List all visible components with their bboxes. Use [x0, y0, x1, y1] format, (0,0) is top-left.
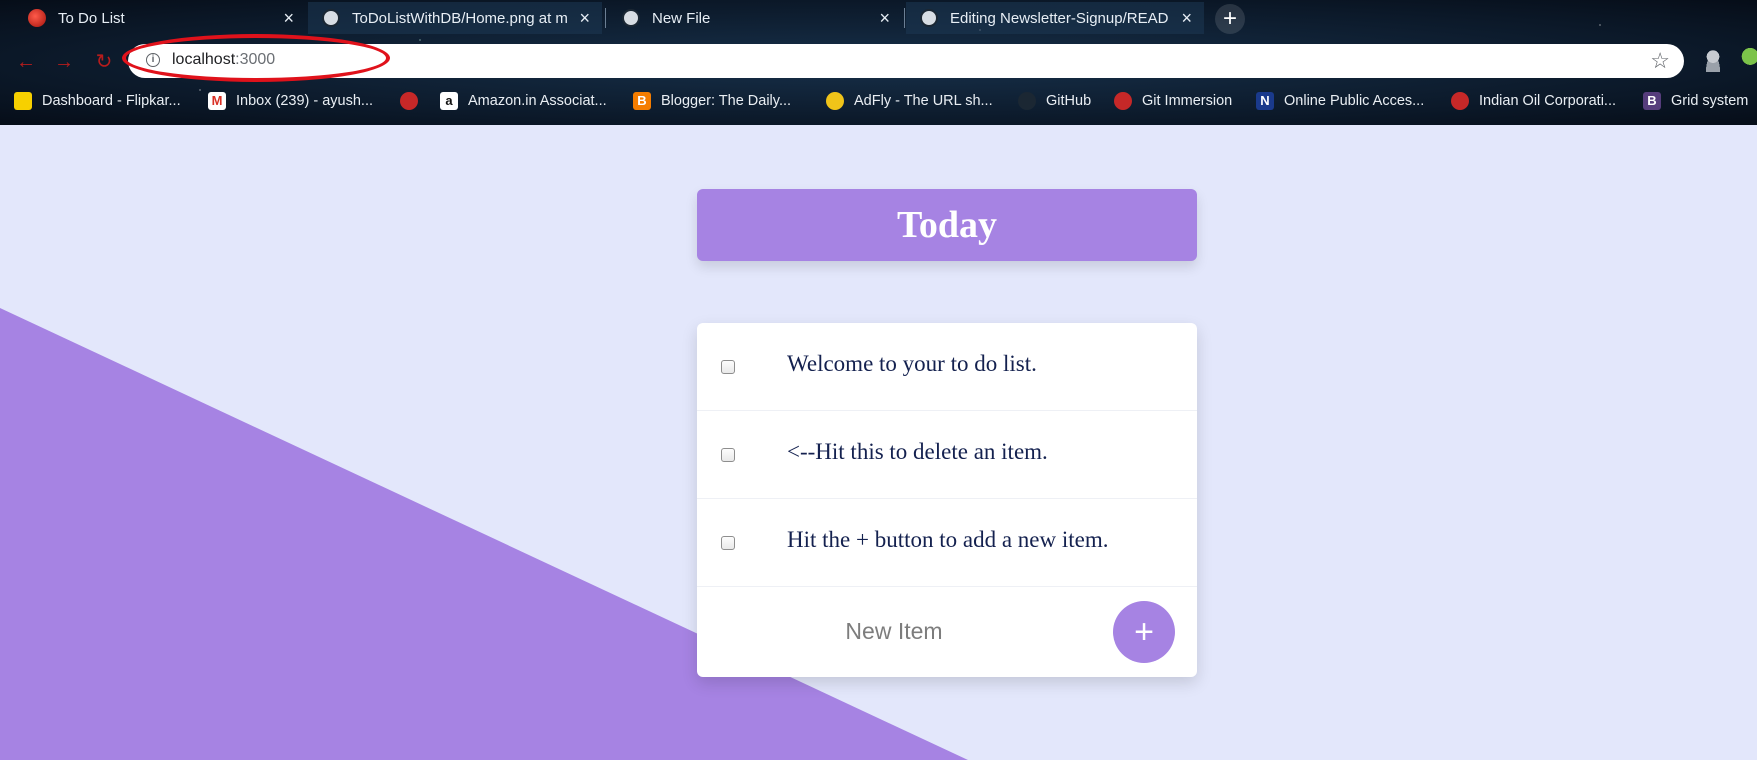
url-highlight-annotation	[122, 34, 390, 82]
gmail-icon: M	[208, 92, 226, 110]
tab-to-do-list[interactable]: To Do List ×	[14, 2, 306, 34]
bookmark-blogger[interactable]: B Blogger: The Daily...	[633, 90, 791, 112]
n-icon: N	[1256, 92, 1274, 110]
todo-favicon-icon	[28, 9, 46, 27]
list-item: Hit the + button to add a new item.	[697, 499, 1197, 587]
bookmark-adfly[interactable]: AdFly - The URL sh...	[826, 90, 993, 112]
github-icon	[920, 9, 938, 27]
page-title: Today	[897, 204, 997, 246]
bookmark-grid-system[interactable]: B Grid system	[1643, 90, 1748, 112]
bookmark-label: AdFly - The URL sh...	[854, 93, 993, 109]
item-text: Welcome to your to do list.	[787, 351, 1037, 376]
bookmark-indian-oil[interactable]: Indian Oil Corporati...	[1451, 90, 1616, 112]
new-item-form: +	[697, 587, 1197, 677]
item-text: Hit the + button to add a new item.	[787, 527, 1109, 552]
tab-todolistwithdb[interactable]: ToDoListWithDB/Home.png at m ×	[308, 2, 602, 34]
tab-title: To Do List	[58, 9, 125, 27]
bookmark-label: Git Immersion	[1142, 93, 1233, 109]
adfly-icon	[826, 92, 844, 110]
bookmark-online-public-access[interactable]: N Online Public Acces...	[1256, 90, 1424, 112]
bookmark-gmail[interactable]: M Inbox (239) - ayush...	[208, 90, 373, 112]
github-icon	[1018, 92, 1036, 110]
tab-new-file[interactable]: New File ×	[608, 2, 902, 34]
new-item-input[interactable]	[737, 607, 1051, 655]
bookmark-amazon[interactable]: a Amazon.in Associat...	[440, 90, 607, 112]
bookmark-label: Grid system	[1671, 93, 1749, 109]
browser-chrome: To Do List × ToDoListWithDB/Home.png at …	[0, 0, 1757, 125]
github-icon	[622, 9, 640, 27]
tab-separator	[904, 8, 905, 28]
bookmark-star-icon[interactable]: ☆	[1650, 48, 1670, 74]
github-icon	[322, 9, 340, 27]
close-icon[interactable]: ×	[283, 8, 294, 29]
bookmark-github[interactable]: GitHub	[1018, 90, 1091, 112]
forward-icon[interactable]: →	[52, 50, 76, 74]
item-text: <--Hit this to delete an item.	[787, 439, 1048, 464]
bookmark-label: Inbox (239) - ayush...	[236, 93, 374, 109]
close-icon[interactable]: ×	[1181, 8, 1192, 29]
tab-title: New File	[652, 9, 711, 27]
todo-list: Welcome to your to do list. <--Hit this …	[697, 323, 1197, 677]
item-checkbox[interactable]	[721, 360, 735, 374]
bookmark-label: Blogger: The Daily...	[661, 93, 792, 109]
tab-title: ToDoListWithDB/Home.png at m	[352, 9, 568, 27]
bookmark-label: Amazon.in Associat...	[468, 93, 607, 109]
list-item: Welcome to your to do list.	[697, 323, 1197, 411]
close-icon[interactable]: ×	[579, 8, 590, 29]
back-icon[interactable]: ←	[14, 50, 38, 74]
item-checkbox[interactable]	[721, 448, 735, 462]
red-globe-icon	[400, 92, 418, 110]
indianoil-icon	[1451, 92, 1469, 110]
todo-page: Today Welcome to your to do list. <--Hit…	[0, 125, 1757, 760]
list-item: <--Hit this to delete an item.	[697, 411, 1197, 499]
extension-icon[interactable]	[1740, 48, 1757, 72]
blogger-icon: B	[633, 92, 651, 110]
profile-icon[interactable]	[1704, 50, 1722, 72]
flipkart-icon	[14, 92, 32, 110]
tab-separator	[605, 8, 606, 28]
bookmark-git-immersion[interactable]: Git Immersion	[1114, 90, 1232, 112]
add-item-button[interactable]: +	[1113, 601, 1175, 663]
bookmark-flipkart[interactable]: Dashboard - Flipkar...	[14, 90, 181, 112]
reload-icon[interactable]: ↻	[92, 50, 116, 74]
amazon-icon: a	[440, 92, 458, 110]
new-tab-button[interactable]: +	[1215, 4, 1245, 34]
bookmark-label: Online Public Acces...	[1284, 93, 1425, 109]
bookmark-red-globe[interactable]	[400, 90, 428, 112]
git-immersion-icon	[1114, 92, 1132, 110]
bookmark-label: GitHub	[1046, 93, 1092, 109]
item-checkbox[interactable]	[721, 536, 735, 550]
heading-box: Today	[697, 189, 1197, 261]
bookmark-label: Indian Oil Corporati...	[1479, 93, 1617, 109]
tab-title: Editing Newsletter-Signup/READ	[950, 9, 1169, 27]
bookmark-label: Dashboard - Flipkar...	[42, 93, 181, 109]
tab-editing-newsletter[interactable]: Editing Newsletter-Signup/READ ×	[906, 2, 1204, 34]
close-icon[interactable]: ×	[879, 8, 890, 29]
bootstrap-icon: B	[1643, 92, 1661, 110]
